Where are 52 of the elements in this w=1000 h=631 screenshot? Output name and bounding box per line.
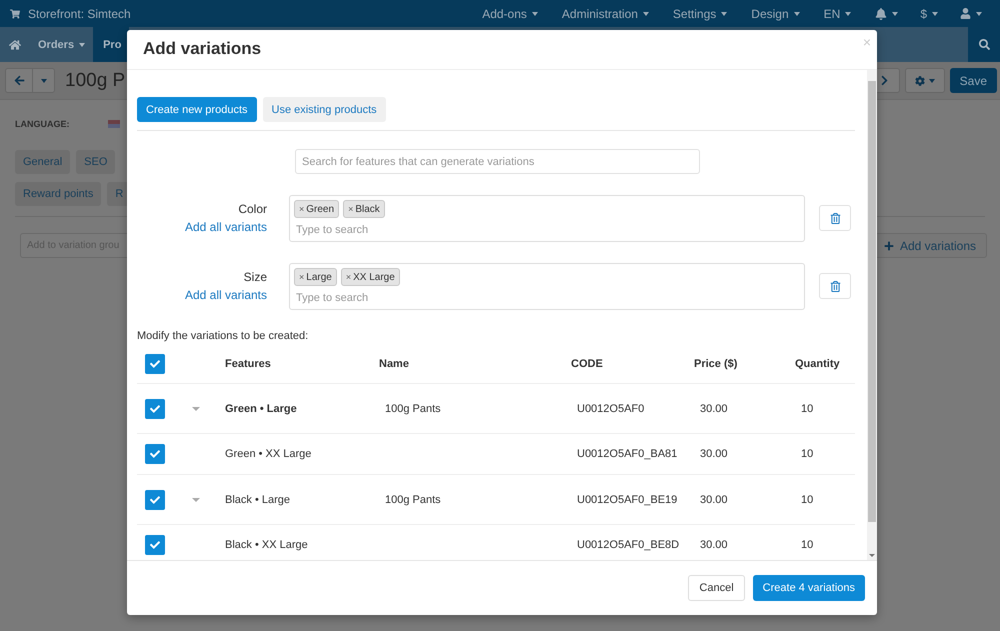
top-menu-item[interactable]: Administration [562,6,649,20]
column-header: Features [225,358,272,370]
table-cell-text: 30.00 [699,402,729,414]
table-cell-text: 10 [800,494,814,506]
top-menu-item[interactable]: Design [751,6,800,20]
dialog-title: Add variations [143,38,262,58]
save-button[interactable]: Save [950,68,997,93]
table-cell-text: 100g Pants [384,402,442,414]
column-header: Price ($) [694,358,738,370]
table-cell-text: U0012O5AF0 [576,402,646,414]
nav-tab[interactable]: Pro [93,27,130,62]
variant-tag[interactable]: × Black [343,200,385,218]
nav-tab[interactable]: Orders [30,27,94,62]
variant-tag[interactable]: × Large [294,268,337,286]
store-name[interactable]: Storefront: Simtech [28,6,131,20]
column-header: Quantity [795,358,841,370]
table-cell-text: 100g Pants [384,494,442,506]
mode-tab[interactable]: Use existing products [262,97,386,122]
language-label: LANGUAGE: [15,119,70,129]
table-cell-text: U0012O5AF0_BA81 [576,448,678,460]
variant-tag-field[interactable]: × Large × XX Large Type to search [289,263,805,310]
table-cell-text: U0012O5AF0_BE8D [576,539,680,551]
add-all-variants-link[interactable]: Add all variants [184,288,267,302]
create-variations-button[interactable]: Create 4 variations [752,575,865,601]
table-cell-text: 10 [800,402,814,414]
variant-tag[interactable]: × XX Large [340,268,400,286]
table-cell-text: 10 [800,448,814,460]
table-caption: Modify the variations to be created: [137,330,310,342]
table-cell-text: 30.00 [699,448,729,460]
feature-name: Color [238,202,267,216]
cancel-button[interactable]: Cancel [688,575,745,601]
feature-search-field[interactable]: Search for features that can generate variations [295,149,700,174]
table-cell-text: Black • Large [225,494,291,506]
table-cell-text: Black • XX Large [225,539,309,551]
table-cell-text: 30.00 [699,494,729,506]
table-cell-text: 30.00 [699,539,729,551]
mode-tab[interactable]: Create new products [137,97,256,122]
table-cell-text: Green • Large [225,402,298,414]
table-cell-text: 10 [800,539,814,551]
feature-name: Size [244,270,267,284]
add-all-variants-link[interactable]: Add all variants [184,220,267,234]
column-header: CODE [571,358,604,370]
top-menu-item[interactable]: Add-ons [482,6,538,20]
product-title: 100g P [65,70,126,92]
table-cell-text: Green • XX Large [225,448,312,460]
column-header: Name [379,358,410,370]
table-cell-text: U0012O5AF0_BE19 [576,494,678,506]
variant-tag[interactable]: × Green [294,200,340,218]
currency-menu[interactable]: $ [920,6,927,20]
top-menu-item[interactable]: EN [824,6,852,20]
variant-tag-field[interactable]: × Green × Black Type to search [289,195,805,242]
top-menu-item[interactable]: Settings [672,6,728,20]
